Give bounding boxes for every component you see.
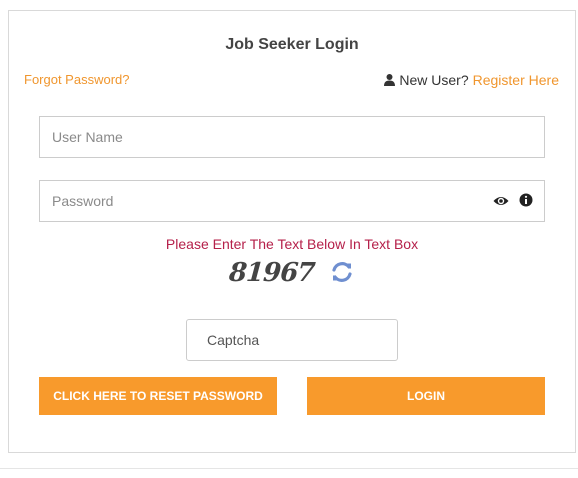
forgot-password-link[interactable]: Forgot Password? — [24, 72, 130, 87]
captcha-input[interactable] — [186, 319, 398, 361]
form-title: Job Seeker Login — [225, 36, 359, 53]
page-divider — [0, 468, 578, 469]
captcha-prompt: Please Enter The Text Below In Text Box — [165, 236, 419, 252]
password-input[interactable] — [39, 180, 545, 222]
captcha-image: 81967 — [227, 258, 316, 288]
reset-password-button[interactable]: CLICK HERE TO RESET PASSWORD — [39, 377, 277, 415]
new-user-label: New User? — [399, 72, 469, 88]
login-button[interactable]: LOGIN — [307, 377, 545, 415]
refresh-icon[interactable] — [330, 260, 354, 284]
new-user-section: New User? Register Here — [384, 72, 559, 88]
info-icon[interactable] — [519, 193, 533, 207]
username-input[interactable] — [39, 116, 545, 158]
register-link[interactable]: Register Here — [473, 72, 559, 88]
eye-icon[interactable] — [493, 194, 509, 208]
login-card: Job Seeker Login Forgot Password? New Us… — [8, 10, 576, 453]
password-field-wrapper — [39, 180, 545, 222]
user-icon — [384, 74, 396, 86]
